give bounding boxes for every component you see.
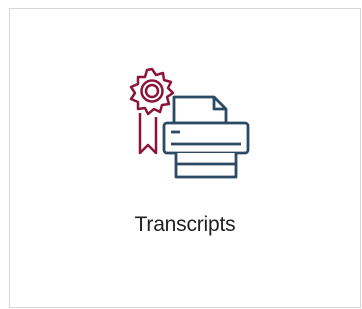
tile-label: Transcripts <box>134 213 236 236</box>
transcript-printer-award-icon <box>129 67 250 179</box>
award-seal <box>129 67 175 116</box>
printer <box>162 95 250 179</box>
transcripts-tile[interactable]: Transcripts <box>9 8 361 308</box>
award-ribbon <box>138 113 158 155</box>
